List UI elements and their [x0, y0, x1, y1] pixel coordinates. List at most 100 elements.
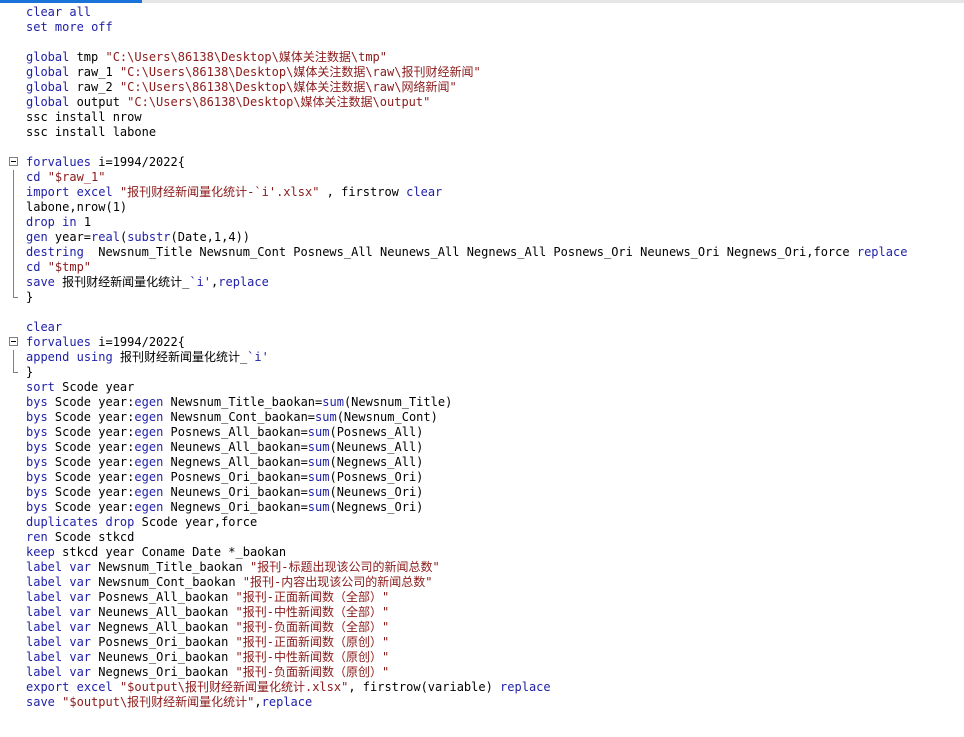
code-line[interactable]: set more off [26, 20, 964, 35]
code-line[interactable]: label var Posnews_Ori_baokan "报刊-正面新闻数（原… [26, 635, 964, 650]
keyword-token: save [26, 275, 55, 289]
code-line[interactable]: ssc install nrow [26, 110, 964, 125]
code-line[interactable]: label var Negnews_All_baokan "报刊-负面新闻数（全… [26, 620, 964, 635]
code-line[interactable]: label var Newsnum_Title_baokan "报刊-标题出现该… [26, 560, 964, 575]
code-line[interactable]: bys Scode year:egen Newsnum_Cont_baokan=… [26, 410, 964, 425]
code-line[interactable]: cd "$raw_1" [13, 170, 964, 185]
code-line[interactable]: gen year=real(substr(Date,1,4)) [13, 230, 964, 245]
code-line[interactable]: bys Scode year:egen Newsnum_Title_baokan… [26, 395, 964, 410]
code-line[interactable]: forvalues i=1994/2022{ [9, 335, 964, 350]
code-line[interactable]: forvalues i=1994/2022{ [9, 155, 964, 170]
code-line[interactable]: labone,nrow(1) [13, 200, 964, 215]
code-line[interactable]: } [13, 290, 964, 305]
keyword-token: cd [26, 260, 41, 274]
code-line[interactable]: keep stkcd year Coname Date *_baokan [26, 545, 964, 560]
code-line[interactable]: bys Scode year:egen Neunews_Ori_baokan=s… [26, 485, 964, 500]
code-line[interactable]: destring Newsnum_Title Newsnum_Cont Posn… [13, 245, 964, 260]
code-line[interactable]: save "$output\报刊财经新闻量化统计",replace [26, 695, 964, 710]
keyword-token: global [26, 95, 70, 109]
code-token: Scode year: [47, 440, 135, 454]
keyword-token: replace [218, 275, 269, 289]
code-line[interactable]: bys Scode year:egen Neunews_All_baokan=s… [26, 440, 964, 455]
keyword-token: var [69, 605, 92, 619]
keyword-token: drop [105, 515, 135, 529]
keyword-token: ren [26, 530, 48, 544]
code-line[interactable] [26, 140, 964, 155]
keyword-token: keep [26, 545, 55, 559]
code-line[interactable]: label var Posnews_All_baokan "报刊-正面新闻数（全… [26, 590, 964, 605]
code-line[interactable]: cd "$tmp" [13, 260, 964, 275]
code-line[interactable] [26, 35, 964, 50]
code-line[interactable]: label var Newsnum_Cont_baokan "报刊-内容出现该公… [26, 575, 964, 590]
code-token: Scode year: [47, 470, 135, 484]
code-line[interactable]: bys Scode year:egen Posnews_Ori_baokan=s… [26, 470, 964, 485]
code-line[interactable]: label var Neunews_Ori_baokan "报刊-中性新闻数（原… [26, 650, 964, 665]
code-line[interactable]: bys Scode year:egen Negnews_All_baokan=s… [26, 455, 964, 470]
code-line[interactable]: global output "C:\Users\86138\Desktop\媒体… [26, 95, 964, 110]
code-line[interactable] [26, 305, 964, 320]
keyword-token: replace [856, 245, 908, 259]
code-token: raw_1 [69, 65, 120, 79]
fold-guide-line [13, 260, 14, 275]
code-token: i=1994/2022{ [91, 155, 185, 169]
code-line[interactable]: sort Scode year [26, 380, 964, 395]
code-line[interactable]: append using 报刊财经新闻量化统计_`i' [13, 350, 964, 365]
horizontal-scrollbar[interactable] [0, 0, 964, 3]
keyword-token: label [26, 590, 63, 604]
code-line[interactable]: } [13, 365, 964, 380]
code-line[interactable]: import excel "报刊财经新闻量化统计-`i'.xlsx" , fir… [13, 185, 964, 200]
code-token: (Neunews_Ori) [329, 485, 424, 499]
keyword-token: label [26, 575, 63, 589]
code-token: Scode year: [47, 410, 135, 424]
code-token: Posnews_Ori_baokan= [163, 470, 308, 484]
code-line[interactable]: clear [26, 320, 964, 335]
keyword-token: bys [26, 410, 48, 424]
code-token: Negnews_Ori_baokan [91, 665, 236, 679]
code-line[interactable]: export excel "$output\报刊财经新闻量化统计.xlsx", … [26, 680, 964, 695]
code-token: Scode year: [47, 485, 135, 499]
keyword-token: egen [134, 470, 164, 484]
code-line[interactable]: label var Neunews_All_baokan "报刊-中性新闻数（全… [26, 605, 964, 620]
code-line[interactable]: global raw_2 "C:\Users\86138\Desktop\媒体关… [26, 80, 964, 95]
function-token: sum [307, 470, 330, 484]
fold-toggle-icon[interactable] [9, 337, 18, 346]
code-line[interactable]: bys Scode year:egen Negnews_Ori_baokan=s… [26, 500, 964, 515]
code-token: , firstrow [319, 185, 407, 199]
code-line[interactable]: ssc install labone [26, 125, 964, 140]
string-token: "$output\报刊财经新闻量化统计" [62, 695, 255, 709]
code-line[interactable]: bys Scode year:egen Posnews_All_baokan=s… [26, 425, 964, 440]
fold-toggle-icon[interactable] [9, 157, 18, 166]
code-token: Newsnum_Title_baokan [91, 560, 250, 574]
code-line[interactable]: label var Negnews_Ori_baokan "报刊-负面新闻数（原… [26, 665, 964, 680]
do-file-editor[interactable]: clear all set more off global tmp "C:\User… [0, 0, 964, 737]
keyword-token: label [26, 665, 63, 679]
code-line[interactable]: global raw_1 "C:\Users\86138\Desktop\媒体关… [26, 65, 964, 80]
function-token: sum [315, 410, 337, 424]
keyword-token: cd [26, 170, 41, 184]
code-line[interactable]: clear all [26, 5, 964, 20]
keyword-token: egen [134, 500, 164, 514]
code-token: raw_2 [69, 80, 120, 94]
string-token: "报刊-标题出现该公司的新闻总数" [250, 560, 440, 574]
fold-end-marker [13, 290, 18, 298]
code-token: Neunews_All_baokan [91, 605, 236, 619]
string-token: "C:\Users\86138\Desktop\媒体关注数据\raw\报刊财经新… [119, 65, 481, 79]
code-token: } [26, 365, 34, 379]
code-line[interactable]: global tmp "C:\Users\86138\Desktop\媒体关注数… [26, 50, 964, 65]
code-line[interactable]: duplicates drop Scode year,force [26, 515, 964, 530]
code-line[interactable]: ren Scode stkcd [26, 530, 964, 545]
code-line[interactable]: save 报刊财经新闻量化统计_`i',replace [13, 275, 964, 290]
keyword-token: bys [26, 425, 48, 439]
code-area[interactable]: clear all set more off global tmp "C:\User… [9, 5, 964, 710]
function-token: real [91, 230, 120, 244]
code-line[interactable]: drop in 1 [13, 215, 964, 230]
code-token: Scode year: [47, 500, 135, 514]
fold-end-marker [13, 365, 18, 373]
keyword-token: bys [26, 470, 48, 484]
keyword-token: bys [26, 485, 48, 499]
code-token: Scode year [54, 380, 135, 394]
keyword-token: egen [134, 485, 164, 499]
